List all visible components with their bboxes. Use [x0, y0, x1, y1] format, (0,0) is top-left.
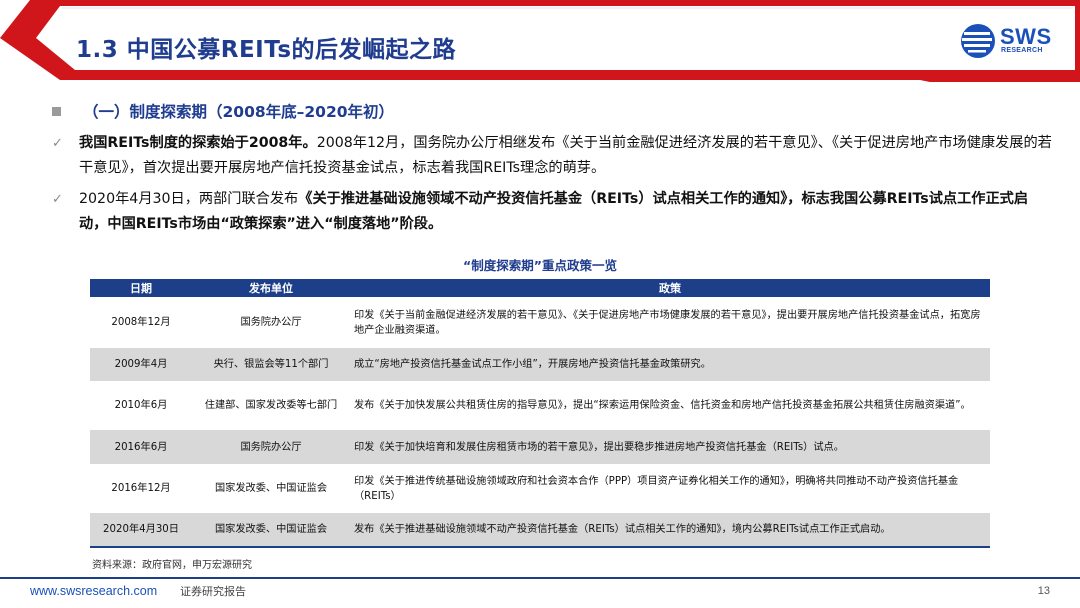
cell-issuer: 央行、银监会等11个部门: [192, 348, 350, 381]
logo-subtext: RESEARCH: [1001, 47, 1043, 54]
checkmark-icon: ✓: [52, 192, 63, 207]
cell-policy: 成立“房地产投资信托基金试点工作小组”，开展房地产投资信托基金政策研究。: [350, 348, 990, 381]
cell-date: 2008年12月: [90, 297, 192, 348]
table-row: 2009年4月 央行、银监会等11个部门 成立“房地产投资信托基金试点工作小组”…: [90, 348, 990, 381]
footer-url-link[interactable]: www.swsresearch.com: [30, 584, 157, 598]
policy-table: 日期 发布单位 政策 2008年12月 国务院办公厅 印发《关于当前金融促进经济…: [90, 279, 990, 548]
table-row: 2008年12月 国务院办公厅 印发《关于当前金融促进经济发展的若干意见》、《关…: [90, 297, 990, 348]
page-number: 13: [1037, 585, 1050, 597]
cell-issuer: 国家发改委、中国证监会: [192, 513, 350, 548]
table-row: 2016年12月 国家发改委、中国证监会 印发《关于推进传统基础设施领域政府和社…: [90, 464, 990, 513]
section-heading: （一）制度探索期（2008年底–2020年初）: [52, 100, 394, 122]
bullet-item: ✓ 我国REITs制度的探索始于2008年。2008年12月，国务院办公厅相继发…: [52, 131, 1052, 181]
checkmark-icon: ✓: [52, 136, 63, 151]
table-title: “制度探索期”重点政策一览: [463, 258, 617, 273]
column-header-date: 日期: [90, 279, 192, 297]
cell-date: 2020年4月30日: [90, 513, 192, 548]
bullet-bold-text: 我国REITs制度的探索始于2008年。: [79, 135, 317, 151]
cell-issuer: 国务院办公厅: [192, 430, 350, 464]
cell-issuer: 国务院办公厅: [192, 297, 350, 348]
section-heading-text: （一）制度探索期（2008年底–2020年初）: [83, 103, 395, 121]
footer-divider: [0, 577, 1080, 579]
source-note: 资料来源：政府官网，申万宏源研究: [92, 560, 252, 571]
column-header-issuer: 发布单位: [192, 279, 350, 297]
bullet-text: 2020年4月30日，两部门联合发布《关于推进基础设施领域不动产投资信托基金（R…: [79, 187, 1052, 237]
bullet-text: 我国REITs制度的探索始于2008年。2008年12月，国务院办公厅相继发布《…: [79, 131, 1052, 181]
cell-issuer: 国家发改委、中国证监会: [192, 464, 350, 513]
cell-policy: 印发《关于当前金融促进经济发展的若干意见》、《关于促进房地产市场健康发展的若干意…: [350, 297, 990, 348]
cell-policy: 印发《关于推进传统基础设施领域政府和社会资本合作（PPP）项目资产证券化相关工作…: [350, 464, 990, 513]
table-row: 2010年6月 住建部、国家发改委等七部门 发布《关于加快发展公共租赁住房的指导…: [90, 381, 990, 430]
cell-date: 2009年4月: [90, 348, 192, 381]
cell-policy: 发布《关于加快发展公共租赁住房的指导意见》，提出“探索运用保险资金、信托资金和房…: [350, 381, 990, 430]
footer-note: 证券研究报告: [180, 585, 246, 598]
square-bullet-icon: [52, 106, 61, 116]
bullet-item: ✓ 2020年4月30日，两部门联合发布《关于推进基础设施领域不动产投资信托基金…: [52, 187, 1052, 237]
column-header-policy: 政策: [350, 279, 990, 297]
cell-issuer: 住建部、国家发改委等七部门: [192, 381, 350, 430]
bullet-plain-text: 2020年4月30日，两部门联合发布: [79, 191, 299, 207]
table-row: 2016年6月 国务院办公厅 印发《关于加快培育和发展住房租赁市场的若干意见》，…: [90, 430, 990, 464]
cell-policy: 印发《关于加快培育和发展住房租赁市场的若干意见》，提出要稳步推进房地产投资信托基…: [350, 430, 990, 464]
cell-date: 2010年6月: [90, 381, 192, 430]
page-title: 1.3 中国公募REITs的后发崛起之路: [76, 37, 457, 63]
cell-date: 2016年12月: [90, 464, 192, 513]
cell-date: 2016年6月: [90, 430, 192, 464]
table-header-row: 日期 发布单位 政策: [90, 279, 990, 297]
table-row: 2020年4月30日 国家发改委、中国证监会 发布《关于推进基础设施领域不动产投…: [90, 513, 990, 548]
cell-policy: 发布《关于推进基础设施领域不动产投资信托基金（REITs）试点相关工作的通知》，…: [350, 513, 990, 548]
